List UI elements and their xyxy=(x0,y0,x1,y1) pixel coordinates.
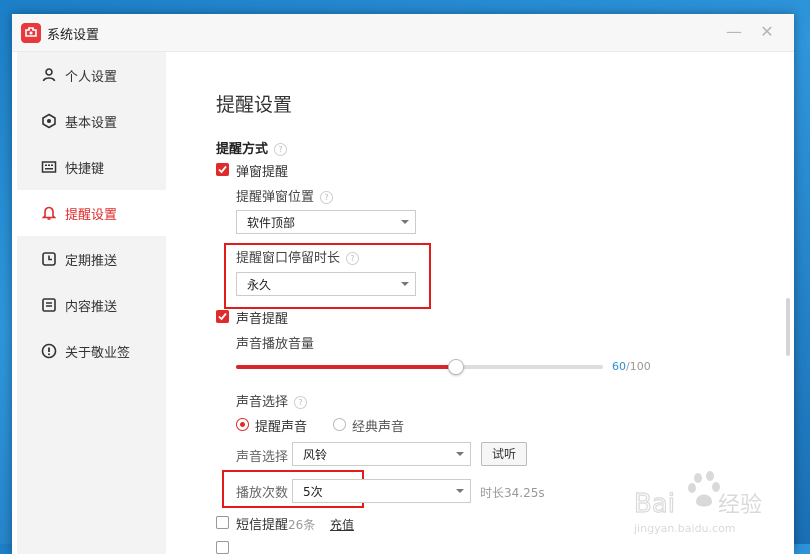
sound-duration-text: 时长34.25s xyxy=(480,486,545,500)
sidebar-item-label: 基本设置 xyxy=(65,116,118,131)
clock-icon xyxy=(42,252,56,266)
settings-window: 系统设置 — ✕ 个人设置 基本设置 快捷键 提醒设置 定期推送 内容推送 关于… xyxy=(12,14,794,554)
section-title: 提醒方式 xyxy=(216,142,269,157)
sidebar-item-label: 快捷键 xyxy=(65,162,105,177)
radio-classic-sound-label: 经典声音 xyxy=(352,420,405,435)
volume-label: 声音播放音量 xyxy=(236,337,315,352)
radio-classic-sound[interactable] xyxy=(333,418,346,431)
page-title: 提醒设置 xyxy=(216,94,293,116)
sound-select-label: 声音选择 xyxy=(236,450,289,465)
play-count-select[interactable]: 5次 xyxy=(292,479,471,503)
sidebar-item-label: 个人设置 xyxy=(65,70,118,85)
select-value: 5次 xyxy=(303,485,323,499)
svg-text:经验: 经验 xyxy=(718,493,762,518)
help-icon[interactable]: ? xyxy=(274,143,288,156)
sound-choice-label-row: 声音选择? xyxy=(236,391,308,410)
popup-reminder-checkbox[interactable] xyxy=(216,163,229,176)
baidu-watermark-logo: Bai 经验 jingyan.baidu.com xyxy=(630,468,780,538)
volume-readout: 60/100 xyxy=(612,360,651,373)
info-icon xyxy=(41,343,57,359)
document-icon xyxy=(42,298,56,312)
svg-text:Bai: Bai xyxy=(634,489,675,519)
volume-slider-handle[interactable] xyxy=(448,359,465,375)
radio-reminder-sound-label: 提醒声音 xyxy=(255,420,308,435)
title-bar: 系统设置 — ✕ xyxy=(12,14,794,52)
gear-icon xyxy=(42,113,56,129)
chevron-down-icon xyxy=(456,489,464,493)
sidebar-item-label: 内容推送 xyxy=(65,300,118,315)
sidebar-item-basic[interactable]: 基本设置 xyxy=(17,98,166,144)
sidebar-item-shortcuts[interactable]: 快捷键 xyxy=(17,144,166,190)
sidebar-item-label: 定期推送 xyxy=(65,254,118,269)
chevron-down-icon xyxy=(456,452,464,456)
checkmark-icon xyxy=(218,165,227,174)
popup-duration-select[interactable]: 永久 xyxy=(236,272,416,296)
user-icon xyxy=(42,68,56,82)
sidebar-item-scheduled-push[interactable]: 定期推送 xyxy=(17,236,166,282)
content-scrollbar[interactable] xyxy=(786,298,790,356)
recharge-link[interactable]: 充值 xyxy=(330,516,354,533)
volume-value: 60 xyxy=(612,360,626,373)
close-icon[interactable]: ✕ xyxy=(757,22,777,42)
select-value: 软件顶部 xyxy=(247,216,296,230)
sms-reminder-checkbox[interactable] xyxy=(216,516,229,529)
checkmark-icon xyxy=(218,312,227,321)
sound-select[interactable]: 风铃 xyxy=(292,442,471,466)
sidebar-item-personal[interactable]: 个人设置 xyxy=(17,52,166,98)
minimize-icon[interactable]: — xyxy=(724,22,744,42)
sidebar-item-label: 关于敬业签 xyxy=(65,346,131,361)
keyboard-icon xyxy=(41,161,57,173)
sms-reminder-label: 短信提醒 xyxy=(236,518,289,533)
window-title: 系统设置 xyxy=(47,28,100,43)
popup-duration-label-row: 提醒窗口停留时长? xyxy=(236,247,360,266)
popup-position-select[interactable]: 软件顶部 xyxy=(236,210,416,234)
volume-slider[interactable] xyxy=(236,365,603,369)
app-logo-icon xyxy=(21,23,41,43)
sidebar: 个人设置 基本设置 快捷键 提醒设置 定期推送 内容推送 关于敬业签 xyxy=(17,52,166,554)
volume-max: /100 xyxy=(626,360,651,373)
sidebar-item-label: 提醒设置 xyxy=(65,208,118,223)
popup-reminder-label: 弹窗提醒 xyxy=(236,165,289,180)
play-count-label: 播放次数 xyxy=(236,486,289,501)
sound-reminder-label: 声音提醒 xyxy=(236,312,289,327)
reminder-method-heading: 提醒方式? xyxy=(216,138,288,157)
sound-choice-label: 声音选择 xyxy=(236,395,289,410)
volume-slider-fill xyxy=(236,365,457,369)
preview-sound-button[interactable]: 试听 xyxy=(481,442,527,466)
help-icon[interactable]: ? xyxy=(320,191,334,204)
svg-text:jingyan.baidu.com: jingyan.baidu.com xyxy=(633,522,736,535)
bell-icon xyxy=(41,206,57,220)
popup-position-label-row: 提醒弹窗位置? xyxy=(236,186,334,205)
help-icon[interactable]: ? xyxy=(294,396,308,409)
select-value: 风铃 xyxy=(303,448,328,462)
radio-reminder-sound[interactable] xyxy=(236,418,249,431)
sms-count: 26条 xyxy=(288,518,316,532)
next-option-checkbox[interactable] xyxy=(216,541,229,554)
help-icon[interactable]: ? xyxy=(346,252,360,265)
chevron-down-icon xyxy=(401,220,409,224)
chevron-down-icon xyxy=(401,282,409,286)
popup-duration-label: 提醒窗口停留时长 xyxy=(236,251,341,266)
popup-position-label: 提醒弹窗位置 xyxy=(236,190,315,205)
select-value: 永久 xyxy=(247,278,272,292)
sidebar-item-content-push[interactable]: 内容推送 xyxy=(17,282,166,328)
sidebar-item-reminders[interactable]: 提醒设置 xyxy=(17,190,166,236)
sound-reminder-checkbox[interactable] xyxy=(216,310,229,323)
sidebar-item-about[interactable]: 关于敬业签 xyxy=(17,328,166,374)
